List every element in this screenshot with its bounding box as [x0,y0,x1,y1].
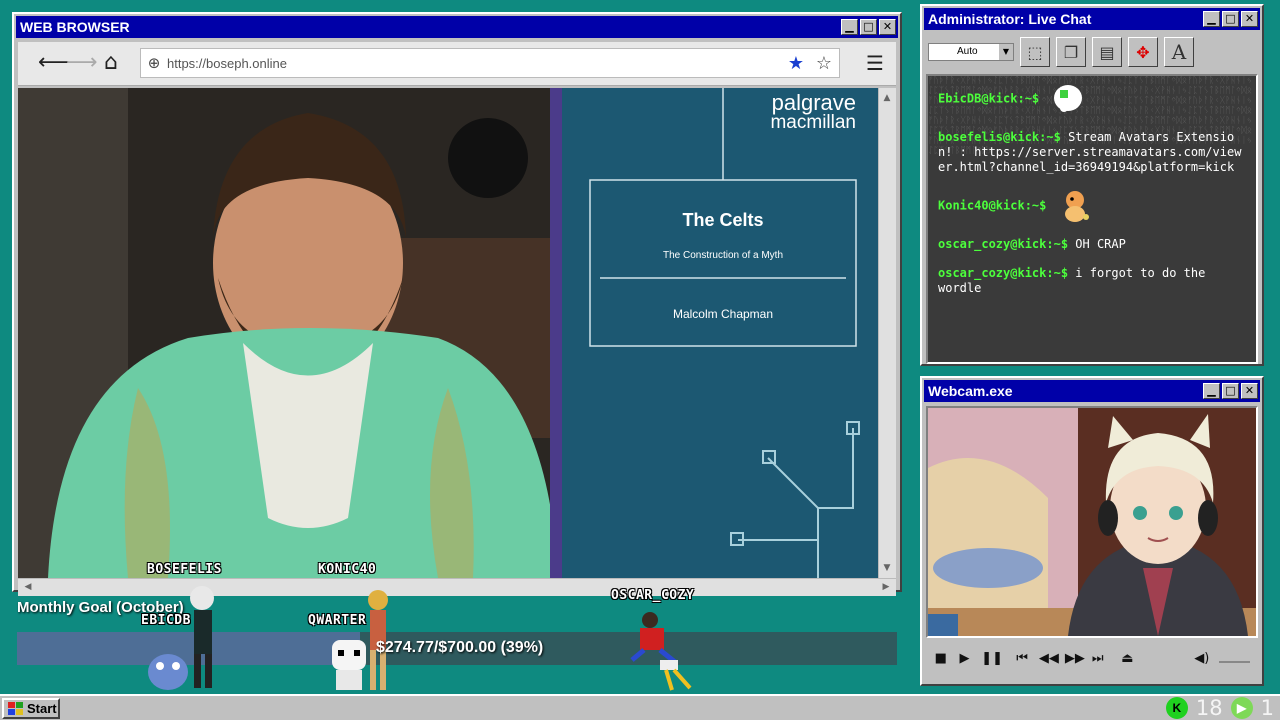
video-frame: palgrave macmillan The Celts The Constru… [18,88,878,578]
globe-icon: ⊕ [147,54,161,72]
chat-window: Administrator: Live Chat ▁ □ ✕ Auto ▼ ⬚ … [920,4,1264,366]
avatar-sprite-qwarter [332,640,366,690]
kick-logo-icon[interactable]: K [1165,697,1188,719]
bookmark-star-icon[interactable]: ★ [783,53,809,74]
follower-count: 1 [1260,696,1274,720]
play-circle-icon[interactable]: ▶ [1230,697,1253,719]
book-publisher-line2: macmillan [770,112,856,133]
goal-amount: $274.77/$700.00 (39%) [376,639,544,656]
start-button[interactable]: Start [2,698,60,719]
chat-message: oscar_cozy@kick:~$ i forgot to do the wo… [938,266,1246,296]
viewer-count: 18 [1195,696,1223,720]
browser-title: WEB BROWSER [20,19,130,35]
chevron-down-icon: ▼ [999,44,1013,60]
chat-message: oscar_cozy@kick:~$ OH CRAP [938,237,1246,252]
book-subtitle: The Construction of a Myth [663,250,783,261]
webcam-close-button[interactable]: ✕ [1241,383,1258,399]
webcam-minimize-button[interactable]: ▁ [1203,383,1220,399]
minimize-button[interactable]: ▁ [841,19,858,35]
avatar-sprite-oscar-cozy [630,612,692,691]
rewind-icon[interactable]: ◀◀ [1039,651,1059,666]
chat-username[interactable]: oscar_cozy@kick:~$ [938,266,1068,280]
avatar-name-ebicdb: EBICDB [141,613,191,628]
chat-minimize-button[interactable]: ▁ [1203,11,1220,27]
select-tool-icon[interactable]: ⬚ [1020,37,1050,67]
chat-message: Konic40@kick:~$ [938,189,1246,223]
stream-avatars-layer [148,586,692,691]
taskbar: Start K 18 ▶ 1 [0,694,1280,720]
start-label: Start [27,701,57,716]
close-button[interactable]: ✕ [879,19,896,35]
avatar-sprite-bosefelis [190,586,214,688]
webcam-titlebar[interactable]: Webcam.exe ▁ □ ✕ [924,380,1260,402]
chat-close-button[interactable]: ✕ [1241,11,1258,27]
url-input[interactable] [167,55,783,71]
copy-icon[interactable]: ❐ [1056,37,1086,67]
home-icon[interactable]: ⌂ [98,50,124,76]
book-title: The Celts [682,210,763,230]
chat-title: Administrator: Live Chat [928,11,1092,27]
chat-message: EbicDB@kick:~$ [938,82,1246,116]
avatar-name-bosefelis: BOSEFELIS [147,562,222,577]
avatar-sprite-ebicdb [148,654,188,690]
volume-slider[interactable] [1219,653,1250,663]
windows-logo-icon [8,702,23,715]
chat-username[interactable]: EbicDB@kick:~$ [938,92,1039,106]
pause-icon[interactable]: ❚❚ [981,651,1003,666]
forward-arrow-icon[interactable]: ⟶ [66,50,98,76]
chat-messages[interactable]: ᚠᚢᚦᚨᚱᚲᚷᚹᚺᚾᛁᛃᛇᛈᛉᛊᛏᛒᛖᛗᛚᛜᛞᛟᚠᚢᚦᚨᚱᚲᚷᚹᚺᚾᛁᛃᛇᛈᛉᛊ… [926,74,1258,364]
scroll-up-icon[interactable]: ▲ [879,90,895,106]
webcam-maximize-button[interactable]: □ [1222,383,1239,399]
address-bar[interactable]: ⊕ ★ ☆ [140,48,840,78]
move-icon[interactable]: ✥ [1128,37,1158,67]
skip-back-icon[interactable]: ⏮ [1015,651,1029,666]
chat-username[interactable]: oscar_cozy@kick:~$ [938,237,1068,251]
back-arrow-icon[interactable]: ⟵ [38,50,70,76]
favorite-outline-icon[interactable]: ☆ [809,53,839,74]
mode-select-value: Auto [957,46,978,57]
chat-message: bosefelis@kick:~$ Stream Avatars Extensi… [938,130,1246,175]
play-icon[interactable]: ▶ [958,651,972,666]
chat-username[interactable]: Konic40@kick:~$ [938,199,1046,213]
avatar-name-oscar-cozy: OSCAR_COZY [611,588,695,603]
charmander-emote-icon [1064,191,1089,222]
video-viewport[interactable]: palgrave macmillan The Celts The Constru… [18,88,878,578]
vtuber-avatar-image [928,408,1256,636]
mode-select[interactable]: Auto ▼ [928,43,1014,61]
book-author: Malcolm Chapman [673,307,773,321]
avatar-name-qwarter: QWARTER [308,613,367,628]
chat-username[interactable]: bosefelis@kick:~$ [938,130,1061,144]
chat-maximize-button[interactable]: □ [1222,11,1239,27]
volume-icon[interactable]: ◀) [1194,651,1209,666]
webcam-window: Webcam.exe ▁ □ ✕ ■ ▶ ❚❚ ⏮ ◀◀ ▶▶ ⏭ ⏏ ◀) [920,376,1264,686]
menu-icon[interactable]: ☰ [862,50,888,76]
font-icon[interactable]: A [1164,37,1194,67]
browser-titlebar[interactable]: WEB BROWSER ▁ □ ✕ [16,16,898,38]
fast-forward-icon[interactable]: ▶▶ [1065,651,1085,666]
browser-navbar: ⟵ ⟶ ⌂ ⊕ ★ ☆ ☰ [18,42,896,86]
stop-icon[interactable]: ■ [934,651,948,666]
system-tray: K 18 ▶ 1 [1165,696,1274,720]
eject-icon[interactable]: ⏏ [1121,651,1135,666]
paste-icon[interactable]: ▤ [1092,37,1122,67]
media-controls: ■ ▶ ❚❚ ⏮ ◀◀ ▶▶ ⏭ ⏏ ◀) [926,642,1258,674]
ghost-emote-icon [1054,85,1083,112]
scroll-down-icon[interactable]: ▼ [879,560,895,576]
browser-window: WEB BROWSER ▁ □ ✕ ⟵ ⟶ ⌂ ⊕ ★ ☆ ☰ [12,12,902,596]
chat-toolbar: Auto ▼ ⬚ ❐ ▤ ✥ A [926,34,1258,70]
webcam-title: Webcam.exe [928,383,1013,399]
vertical-scrollbar[interactable]: ▲ ▼ [878,88,896,578]
chat-text: OH CRAP [1075,237,1126,251]
avatar-name-konic40: KONIC40 [318,562,377,577]
maximize-button[interactable]: □ [860,19,877,35]
webcam-feed [926,406,1258,638]
skip-forward-icon[interactable]: ⏭ [1091,651,1105,666]
chat-titlebar[interactable]: Administrator: Live Chat ▁ □ ✕ [924,8,1260,30]
